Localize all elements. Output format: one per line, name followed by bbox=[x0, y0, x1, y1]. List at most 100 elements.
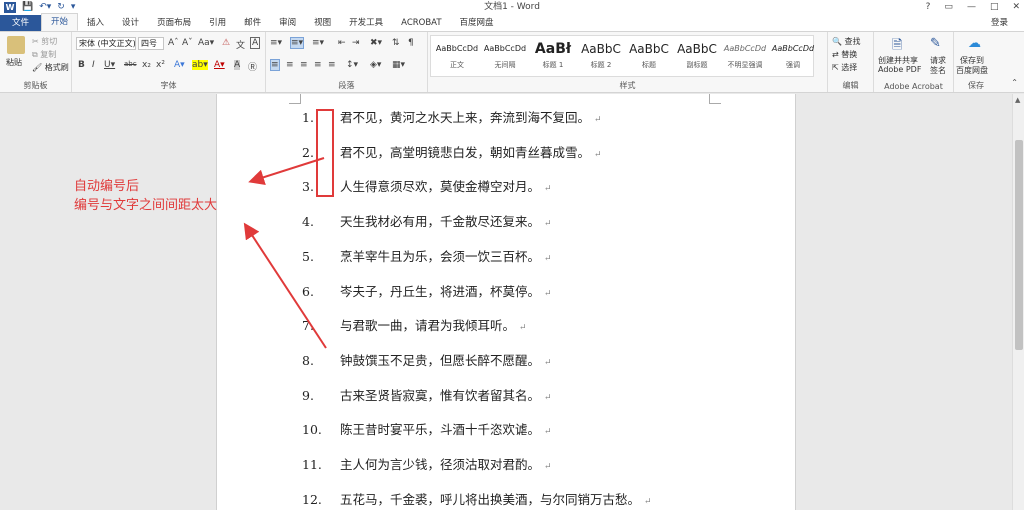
clipboard-label: 剪贴板 bbox=[23, 81, 48, 90]
paragraph-label: 段落 bbox=[338, 81, 355, 90]
redo-icon[interactable]: ↻ bbox=[57, 0, 65, 14]
highlight-icon[interactable]: ab▾ bbox=[192, 60, 208, 70]
maximize-button[interactable]: □ bbox=[990, 2, 999, 12]
customize-icon[interactable]: ▾ bbox=[71, 0, 76, 14]
shrink-font-icon[interactable]: Aˇ bbox=[182, 38, 193, 48]
justify-icon[interactable]: ≡ bbox=[314, 60, 322, 70]
superscript-icon[interactable]: x² bbox=[156, 60, 165, 70]
char-border-icon[interactable]: A bbox=[250, 37, 261, 49]
shading-icon[interactable]: ◈▾ bbox=[370, 60, 381, 70]
paragraph-mark: ↵ bbox=[644, 496, 652, 507]
list-number: 7. bbox=[302, 318, 314, 334]
list-text: 人生得意须尽欢，莫使金樽空对月。 ↵ bbox=[340, 179, 552, 195]
sort-icon[interactable]: ⇅ bbox=[392, 38, 400, 48]
request-signature-icon[interactable]: ✎ bbox=[930, 36, 941, 51]
tab-acrobat[interactable]: ACROBAT bbox=[392, 15, 450, 31]
tab-home[interactable]: 开始 bbox=[41, 13, 79, 31]
increase-indent-icon[interactable]: ⇥ bbox=[352, 38, 360, 48]
align-right-icon[interactable]: ≡ bbox=[300, 60, 308, 70]
tab-view[interactable]: 视图 bbox=[305, 15, 340, 31]
paragraph-mark: ↵ bbox=[544, 427, 552, 438]
font-name-select[interactable]: 宋体 (中文正文) bbox=[76, 37, 136, 50]
style-no-spacing[interactable]: AaBbCcDd 无间隔 bbox=[481, 38, 529, 76]
show-marks-icon[interactable]: ¶ bbox=[408, 38, 414, 48]
grow-font-icon[interactable]: Aˆ bbox=[168, 38, 179, 48]
font-color-icon[interactable]: A▾ bbox=[214, 60, 225, 70]
list-text: 与君歌一曲，请君为我倾耳听。 ↵ bbox=[340, 318, 527, 334]
paste-icon[interactable] bbox=[7, 36, 25, 54]
scroll-up-icon[interactable]: ▲ bbox=[1015, 96, 1020, 104]
request-signature-button-line2[interactable]: 签名 bbox=[930, 65, 946, 76]
style-heading-2[interactable]: AaBbC 标题 2 bbox=[577, 38, 625, 76]
window-title: 文档1 - Word bbox=[484, 2, 540, 12]
align-left-icon[interactable]: ≡ bbox=[270, 59, 280, 71]
vertical-scrollbar[interactable]: ▲ bbox=[1012, 94, 1024, 510]
find-button[interactable]: 🔍 查找 bbox=[832, 36, 861, 47]
login-link[interactable]: 登录 bbox=[991, 16, 1008, 28]
tab-baidu-pan[interactable]: 百度网盘 bbox=[451, 15, 503, 31]
save-icon[interactable]: 💾 bbox=[22, 0, 33, 14]
collapse-ribbon-icon[interactable]: ⌃ bbox=[1011, 78, 1018, 87]
char-shading-icon[interactable]: A bbox=[234, 60, 241, 70]
style-normal[interactable]: AaBbCcDd 正文 bbox=[433, 38, 481, 76]
list-text: 钟鼓馔玉不足贵，但愿长醉不愿醒。 ↵ bbox=[340, 352, 552, 368]
scroll-thumb[interactable] bbox=[1015, 140, 1023, 350]
help-button[interactable]: ? bbox=[926, 2, 931, 12]
ribbon-tabs: 文件 开始 插入 设计 页面布局 引用 邮件 审阅 视图 开发工具 ACROBA… bbox=[0, 13, 1024, 31]
enclose-char-icon[interactable]: Ⓡ bbox=[248, 60, 257, 73]
annotation-line-2: 编号与文字之间间距太大 bbox=[74, 198, 218, 213]
tab-mailings[interactable]: 邮件 bbox=[235, 15, 270, 31]
text-effects-icon[interactable]: A▾ bbox=[174, 60, 185, 70]
clear-format-icon[interactable]: ⚠ bbox=[222, 38, 230, 48]
phonetic-guide-icon[interactable]: 文 bbox=[236, 38, 245, 51]
minimize-button[interactable]: — bbox=[967, 2, 976, 12]
line-spacing-icon[interactable]: ↕▾ bbox=[346, 60, 358, 70]
tab-review[interactable]: 审阅 bbox=[270, 15, 305, 31]
ribbon: 粘贴 ✂ 剪切 ⧉ 复制 🖌 格式刷 剪贴板 宋体 (中文正文) 四号 Aˆ A… bbox=[0, 31, 1024, 93]
bullets-icon[interactable]: ≡▾ bbox=[270, 38, 282, 48]
tab-file[interactable]: 文件 bbox=[0, 15, 42, 31]
align-center-icon[interactable]: ≡ bbox=[286, 60, 294, 70]
baidu-pan-icon[interactable]: ☁ bbox=[968, 36, 981, 51]
tab-developer[interactable]: 开发工具 bbox=[340, 15, 392, 31]
style-subtle-emphasis[interactable]: AaBbCcDd 不明显强调 bbox=[721, 38, 769, 76]
font-size-select[interactable]: 四号 bbox=[138, 37, 164, 50]
bold-icon[interactable]: B bbox=[78, 60, 85, 70]
subscript-icon[interactable]: x₂ bbox=[142, 60, 151, 70]
format-painter-button[interactable]: 🖌 格式刷 bbox=[32, 62, 69, 73]
select-button[interactable]: ⇱ 选择 bbox=[832, 62, 857, 73]
list-number: 4. bbox=[302, 214, 314, 230]
save-to-pan-button-line2[interactable]: 百度网盘 bbox=[956, 65, 988, 76]
distributed-icon[interactable]: ≡ bbox=[328, 60, 336, 70]
style-title[interactable]: AaBbC 标题 bbox=[625, 38, 673, 76]
italic-icon[interactable]: I bbox=[92, 60, 95, 70]
document-page[interactable]: 1. 君不见，黄河之水天上来，奔流到海不复回。 ↵ 2. 君不见，高堂明镜悲白发，朝如青… bbox=[216, 94, 796, 510]
ribbon-display-icon[interactable]: ▭ bbox=[944, 2, 953, 12]
change-case-icon[interactable]: Aa▾ bbox=[198, 38, 214, 48]
borders-icon[interactable]: ▦▾ bbox=[392, 60, 405, 70]
close-button[interactable]: ✕ bbox=[1012, 2, 1020, 12]
tab-references[interactable]: 引用 bbox=[200, 15, 235, 31]
decrease-indent-icon[interactable]: ⇤ bbox=[338, 38, 346, 48]
styles-label: 样式 bbox=[619, 81, 636, 90]
style-emphasis[interactable]: AaBbCcDd 强调 bbox=[769, 38, 817, 76]
list-text: 岑夫子，丹丘生，将进酒，杯莫停。 ↵ bbox=[340, 283, 552, 299]
paste-button[interactable]: 粘贴 bbox=[6, 57, 22, 68]
strikethrough-icon[interactable]: abc bbox=[124, 60, 137, 68]
style-heading-1[interactable]: AaBł 标题 1 bbox=[529, 38, 577, 76]
chinese-layout-icon[interactable]: ✖▾ bbox=[370, 38, 382, 48]
underline-icon[interactable]: U▾ bbox=[104, 60, 115, 70]
highlight-box bbox=[316, 109, 334, 197]
create-share-pdf-button-line2[interactable]: Adobe PDF bbox=[878, 65, 921, 74]
numbering-icon[interactable]: ≡▾ bbox=[290, 37, 305, 49]
replace-button[interactable]: ⇄ 替换 bbox=[832, 49, 857, 60]
multilevel-list-icon[interactable]: ≡▾ bbox=[312, 38, 324, 48]
tab-page-layout[interactable]: 页面布局 bbox=[148, 15, 200, 31]
tab-insert[interactable]: 插入 bbox=[78, 15, 113, 31]
annotation-line-1: 自动编号后 bbox=[74, 179, 140, 194]
cut-button[interactable]: ✂ 剪切 bbox=[32, 36, 57, 47]
copy-button[interactable]: ⧉ 复制 bbox=[32, 49, 56, 60]
tab-design[interactable]: 设计 bbox=[113, 15, 148, 31]
style-subtitle[interactable]: AaBbC 副标题 bbox=[673, 38, 721, 76]
undo-icon[interactable]: ↶▾ bbox=[39, 0, 51, 14]
